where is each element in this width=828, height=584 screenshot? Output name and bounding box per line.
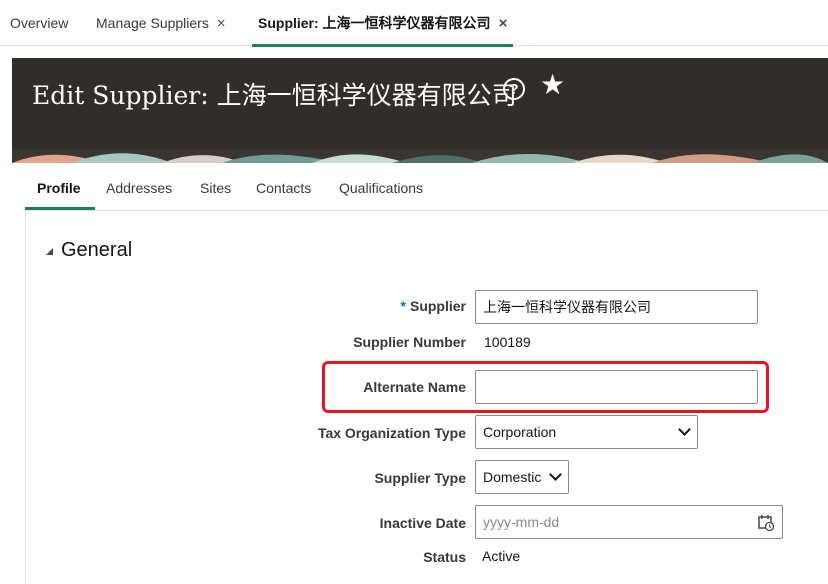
status-value: Active bbox=[482, 548, 521, 564]
supplier-type-label: Supplier Type bbox=[374, 470, 466, 486]
top-tab-strip: Overview Manage Suppliers × Supplier: 上海… bbox=[0, 0, 828, 47]
supplier-field[interactable]: 上海一恒科学仪器有限公司 bbox=[475, 290, 758, 324]
close-icon[interactable]: × bbox=[217, 15, 226, 32]
chevron-down-icon bbox=[549, 468, 562, 481]
supplier-number-label: Supplier Number bbox=[353, 334, 466, 350]
tab-overview-label: Overview bbox=[10, 15, 69, 31]
header-decoration bbox=[12, 149, 828, 163]
collapse-triangle-icon bbox=[46, 248, 53, 255]
supplier-label: * Supplier bbox=[401, 298, 466, 314]
tab-manage-suppliers-label: Manage Suppliers bbox=[96, 15, 209, 31]
tab-supplier-detail-label: Supplier: 上海一恒科学仪器有限公司 bbox=[258, 15, 491, 31]
tax-org-type-label: Tax Organization Type bbox=[317, 425, 466, 441]
tab-addresses[interactable]: Addresses bbox=[106, 180, 172, 196]
required-marker: * bbox=[400, 298, 406, 314]
supplier-label-text: Supplier bbox=[409, 298, 466, 314]
tab-overview[interactable]: Overview bbox=[10, 0, 68, 46]
inactive-date-label: Inactive Date bbox=[379, 515, 466, 531]
help-icon[interactable]: ? bbox=[503, 78, 525, 100]
tax-org-type-value: Corporation bbox=[483, 424, 557, 440]
inactive-date-placeholder: yyyy-mm-dd bbox=[483, 514, 560, 530]
general-section-toggle[interactable]: General bbox=[46, 239, 132, 262]
tab-contacts[interactable]: Contacts bbox=[256, 180, 311, 196]
active-tab-indicator bbox=[25, 207, 95, 210]
supplier-type-value: Domestic bbox=[483, 469, 542, 485]
profile-tab-bar: Profile Addresses Sites Contacts Qualifi… bbox=[25, 163, 828, 211]
close-icon[interactable]: × bbox=[499, 15, 508, 32]
tab-qualifications[interactable]: Qualifications bbox=[339, 180, 423, 196]
tab-manage-suppliers[interactable]: Manage Suppliers × bbox=[96, 0, 226, 46]
tab-sites[interactable]: Sites bbox=[200, 180, 231, 196]
tab-supplier-detail[interactable]: Supplier: 上海一恒科学仪器有限公司 × bbox=[251, 0, 514, 47]
section-title: General bbox=[61, 239, 133, 261]
chevron-down-icon bbox=[678, 423, 691, 436]
alternate-name-label: Alternate Name bbox=[363, 379, 466, 395]
page-header: Edit Supplier: 上海一恒科学仪器有限公司 ? ★ bbox=[12, 58, 828, 149]
favorite-star-icon[interactable]: ★ bbox=[540, 71, 565, 99]
tab-profile[interactable]: Profile bbox=[37, 180, 81, 196]
calendar-icon[interactable] bbox=[758, 514, 774, 531]
inactive-date-field[interactable]: yyyy-mm-dd bbox=[475, 505, 783, 539]
status-label: Status bbox=[423, 549, 466, 565]
page-title: Edit Supplier: 上海一恒科学仪器有限公司 bbox=[32, 81, 517, 110]
supplier-type-select[interactable]: Domestic bbox=[475, 460, 569, 494]
supplier-number-value: 100189 bbox=[484, 334, 531, 350]
alternate-name-field[interactable] bbox=[475, 370, 758, 404]
tax-org-type-select[interactable]: Corporation bbox=[475, 415, 698, 449]
